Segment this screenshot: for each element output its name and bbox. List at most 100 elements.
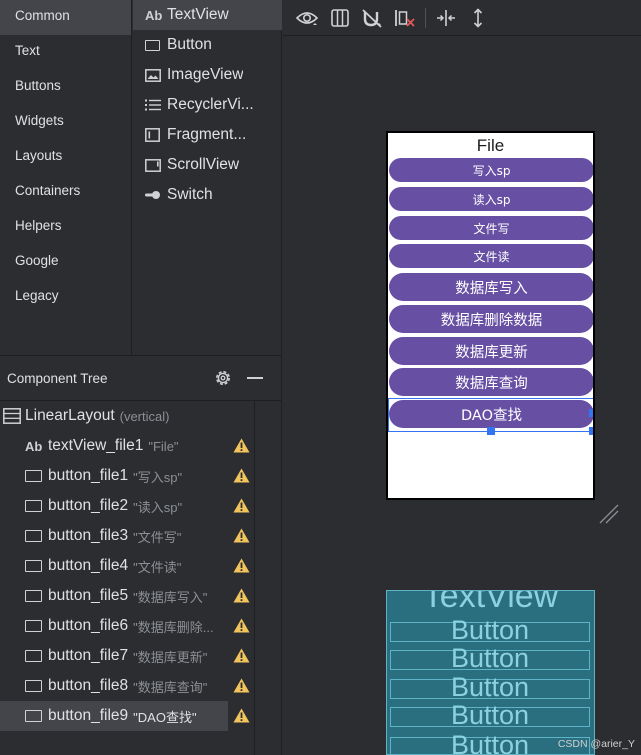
- blueprint-toggle-icon[interactable]: [329, 8, 351, 28]
- horizontal-pack-icon[interactable]: [435, 8, 457, 28]
- warning-icon[interactable]: [233, 438, 250, 458]
- warning-icon[interactable]: [233, 648, 250, 668]
- warning-icon[interactable]: [233, 708, 250, 728]
- button-icon: [25, 620, 48, 632]
- warning-icon[interactable]: [233, 528, 250, 548]
- design-title-textview[interactable]: File: [388, 136, 593, 156]
- tree-item-button[interactable]: button_file4 "文件读": [0, 551, 254, 581]
- category-layouts[interactable]: Layouts: [0, 140, 131, 175]
- tree-item-textview[interactable]: Ab textView_file1 "File": [0, 431, 254, 461]
- button-icon: [25, 590, 48, 602]
- toolbar-separator: [425, 8, 426, 28]
- clear-constraints-icon[interactable]: [394, 8, 416, 28]
- gear-icon[interactable]: [213, 368, 233, 391]
- tree-item-name: button_file5: [48, 587, 129, 604]
- design-button-8[interactable]: 数据库查询: [389, 368, 593, 396]
- button-icon: [25, 530, 48, 542]
- tree-item-hint: "读入sp": [133, 499, 183, 515]
- design-button-3[interactable]: 文件写: [389, 216, 593, 240]
- component-recyclerview[interactable]: RecyclerVi...: [133, 90, 282, 120]
- category-legacy[interactable]: Legacy: [0, 280, 131, 315]
- magnet-off-icon[interactable]: [361, 8, 383, 28]
- tree-item-button[interactable]: button_file2 "读入sp": [0, 491, 254, 521]
- component-tree-title: Component Tree: [7, 370, 108, 386]
- resize-handle-right[interactable]: [589, 409, 593, 417]
- component-switch[interactable]: Switch: [133, 180, 282, 210]
- category-buttons[interactable]: Buttons: [0, 70, 131, 105]
- button-icon: [25, 470, 48, 482]
- tree-item-name: button_file9: [48, 707, 129, 724]
- watermark: CSDN @arier_Y: [557, 738, 635, 750]
- design-button-4[interactable]: 文件读: [389, 244, 593, 268]
- blueprint-surface[interactable]: TextView Button Button Button Button But…: [386, 590, 595, 755]
- component-fragment[interactable]: Fragment...: [133, 120, 282, 150]
- tree-item-name: button_file2: [48, 497, 129, 514]
- category-helpers[interactable]: Helpers: [0, 210, 131, 245]
- tree-item-button[interactable]: button_file8 "数据库查询": [0, 671, 254, 701]
- warning-icon[interactable]: [233, 618, 250, 638]
- design-surface[interactable]: File 写入sp 读入sp 文件写 文件读 数据库写入 数据库删除数据 数据库…: [386, 131, 595, 500]
- fragment-icon: [145, 128, 167, 142]
- warning-icon[interactable]: [233, 678, 250, 698]
- blueprint-button: Button: [390, 643, 590, 673]
- warning-icon[interactable]: [233, 498, 250, 518]
- tree-item-button[interactable]: button_file5 "数据库写入": [0, 581, 254, 611]
- component-label: ScrollView: [167, 156, 240, 173]
- recyclerview-icon: [145, 99, 167, 111]
- tree-item-name: button_file6: [48, 617, 129, 634]
- warning-icon[interactable]: [233, 588, 250, 608]
- vertical-expand-icon[interactable]: [467, 8, 489, 28]
- blueprint-button: Button: [390, 672, 590, 702]
- design-button-6[interactable]: 数据库删除数据: [389, 305, 593, 333]
- palette-categories: Common Text Buttons Widgets Layouts Cont…: [0, 0, 132, 355]
- tree-item-linearlayout[interactable]: LinearLayout (vertical): [0, 401, 254, 431]
- design-canvas[interactable]: File 写入sp 读入sp 文件写 文件读 数据库写入 数据库删除数据 数据库…: [283, 37, 641, 755]
- button-icon: [25, 710, 48, 722]
- tree-item-name: button_file7: [48, 647, 129, 664]
- tree-item-hint: "文件写": [133, 529, 182, 545]
- component-tree-header: Component Tree: [0, 356, 281, 401]
- blueprint-button: Button: [390, 700, 590, 730]
- tree-item-button-selected[interactable]: button_file9 "DAO查找": [0, 701, 250, 731]
- textview-icon: Ab: [25, 438, 43, 454]
- tree-item-name: textView_file1: [48, 437, 144, 454]
- component-label: Switch: [167, 186, 213, 203]
- component-textview[interactable]: Ab TextView: [133, 0, 282, 30]
- blueprint-button: Button: [390, 615, 590, 645]
- eye-icon[interactable]: [296, 8, 318, 28]
- minimize-icon[interactable]: [247, 377, 263, 379]
- component-button[interactable]: Button: [133, 30, 282, 60]
- design-button-7[interactable]: 数据库更新: [389, 337, 593, 365]
- tree-item-hint: "数据库查询": [133, 679, 208, 695]
- design-button-5[interactable]: 数据库写入: [389, 273, 593, 301]
- warning-icon[interactable]: [233, 558, 250, 578]
- tree-item-button[interactable]: button_file6 "数据库删除...: [0, 611, 254, 641]
- warning-icon[interactable]: [233, 468, 250, 488]
- component-scrollview[interactable]: ScrollView: [133, 150, 282, 180]
- design-button-1[interactable]: 写入sp: [389, 158, 593, 182]
- tree-item-button[interactable]: button_file3 "文件写": [0, 521, 254, 551]
- device-resize-handle-icon[interactable]: [598, 503, 620, 529]
- palette-panel: Common Text Buttons Widgets Layouts Cont…: [0, 0, 282, 355]
- resize-handle-corner[interactable]: [589, 427, 593, 435]
- tree-item-name: button_file3: [48, 527, 129, 544]
- component-imageview[interactable]: ImageView: [133, 60, 282, 90]
- resize-handle-bottom[interactable]: [487, 427, 495, 435]
- design-button-2[interactable]: 读入sp: [389, 187, 593, 211]
- blueprint-button-label: Button: [450, 700, 530, 730]
- category-common[interactable]: Common: [0, 0, 131, 35]
- category-google[interactable]: Google: [0, 245, 131, 280]
- tree-item-name: button_file4: [48, 557, 129, 574]
- component-label: TextView: [167, 6, 229, 23]
- category-containers[interactable]: Containers: [0, 175, 131, 210]
- imageview-icon: [145, 68, 167, 82]
- tree-item-hint: "File": [148, 438, 179, 454]
- component-label: Button: [167, 36, 212, 53]
- category-widgets[interactable]: Widgets: [0, 105, 131, 140]
- category-text[interactable]: Text: [0, 35, 131, 70]
- component-label: ImageView: [167, 66, 244, 83]
- tree-list: LinearLayout (vertical) Ab textView_file…: [0, 401, 254, 731]
- tree-item-button[interactable]: button_file7 "数据库更新": [0, 641, 254, 671]
- tree-item-button[interactable]: button_file1 "写入sp": [0, 461, 254, 491]
- tree-item-name: button_file1: [48, 467, 129, 484]
